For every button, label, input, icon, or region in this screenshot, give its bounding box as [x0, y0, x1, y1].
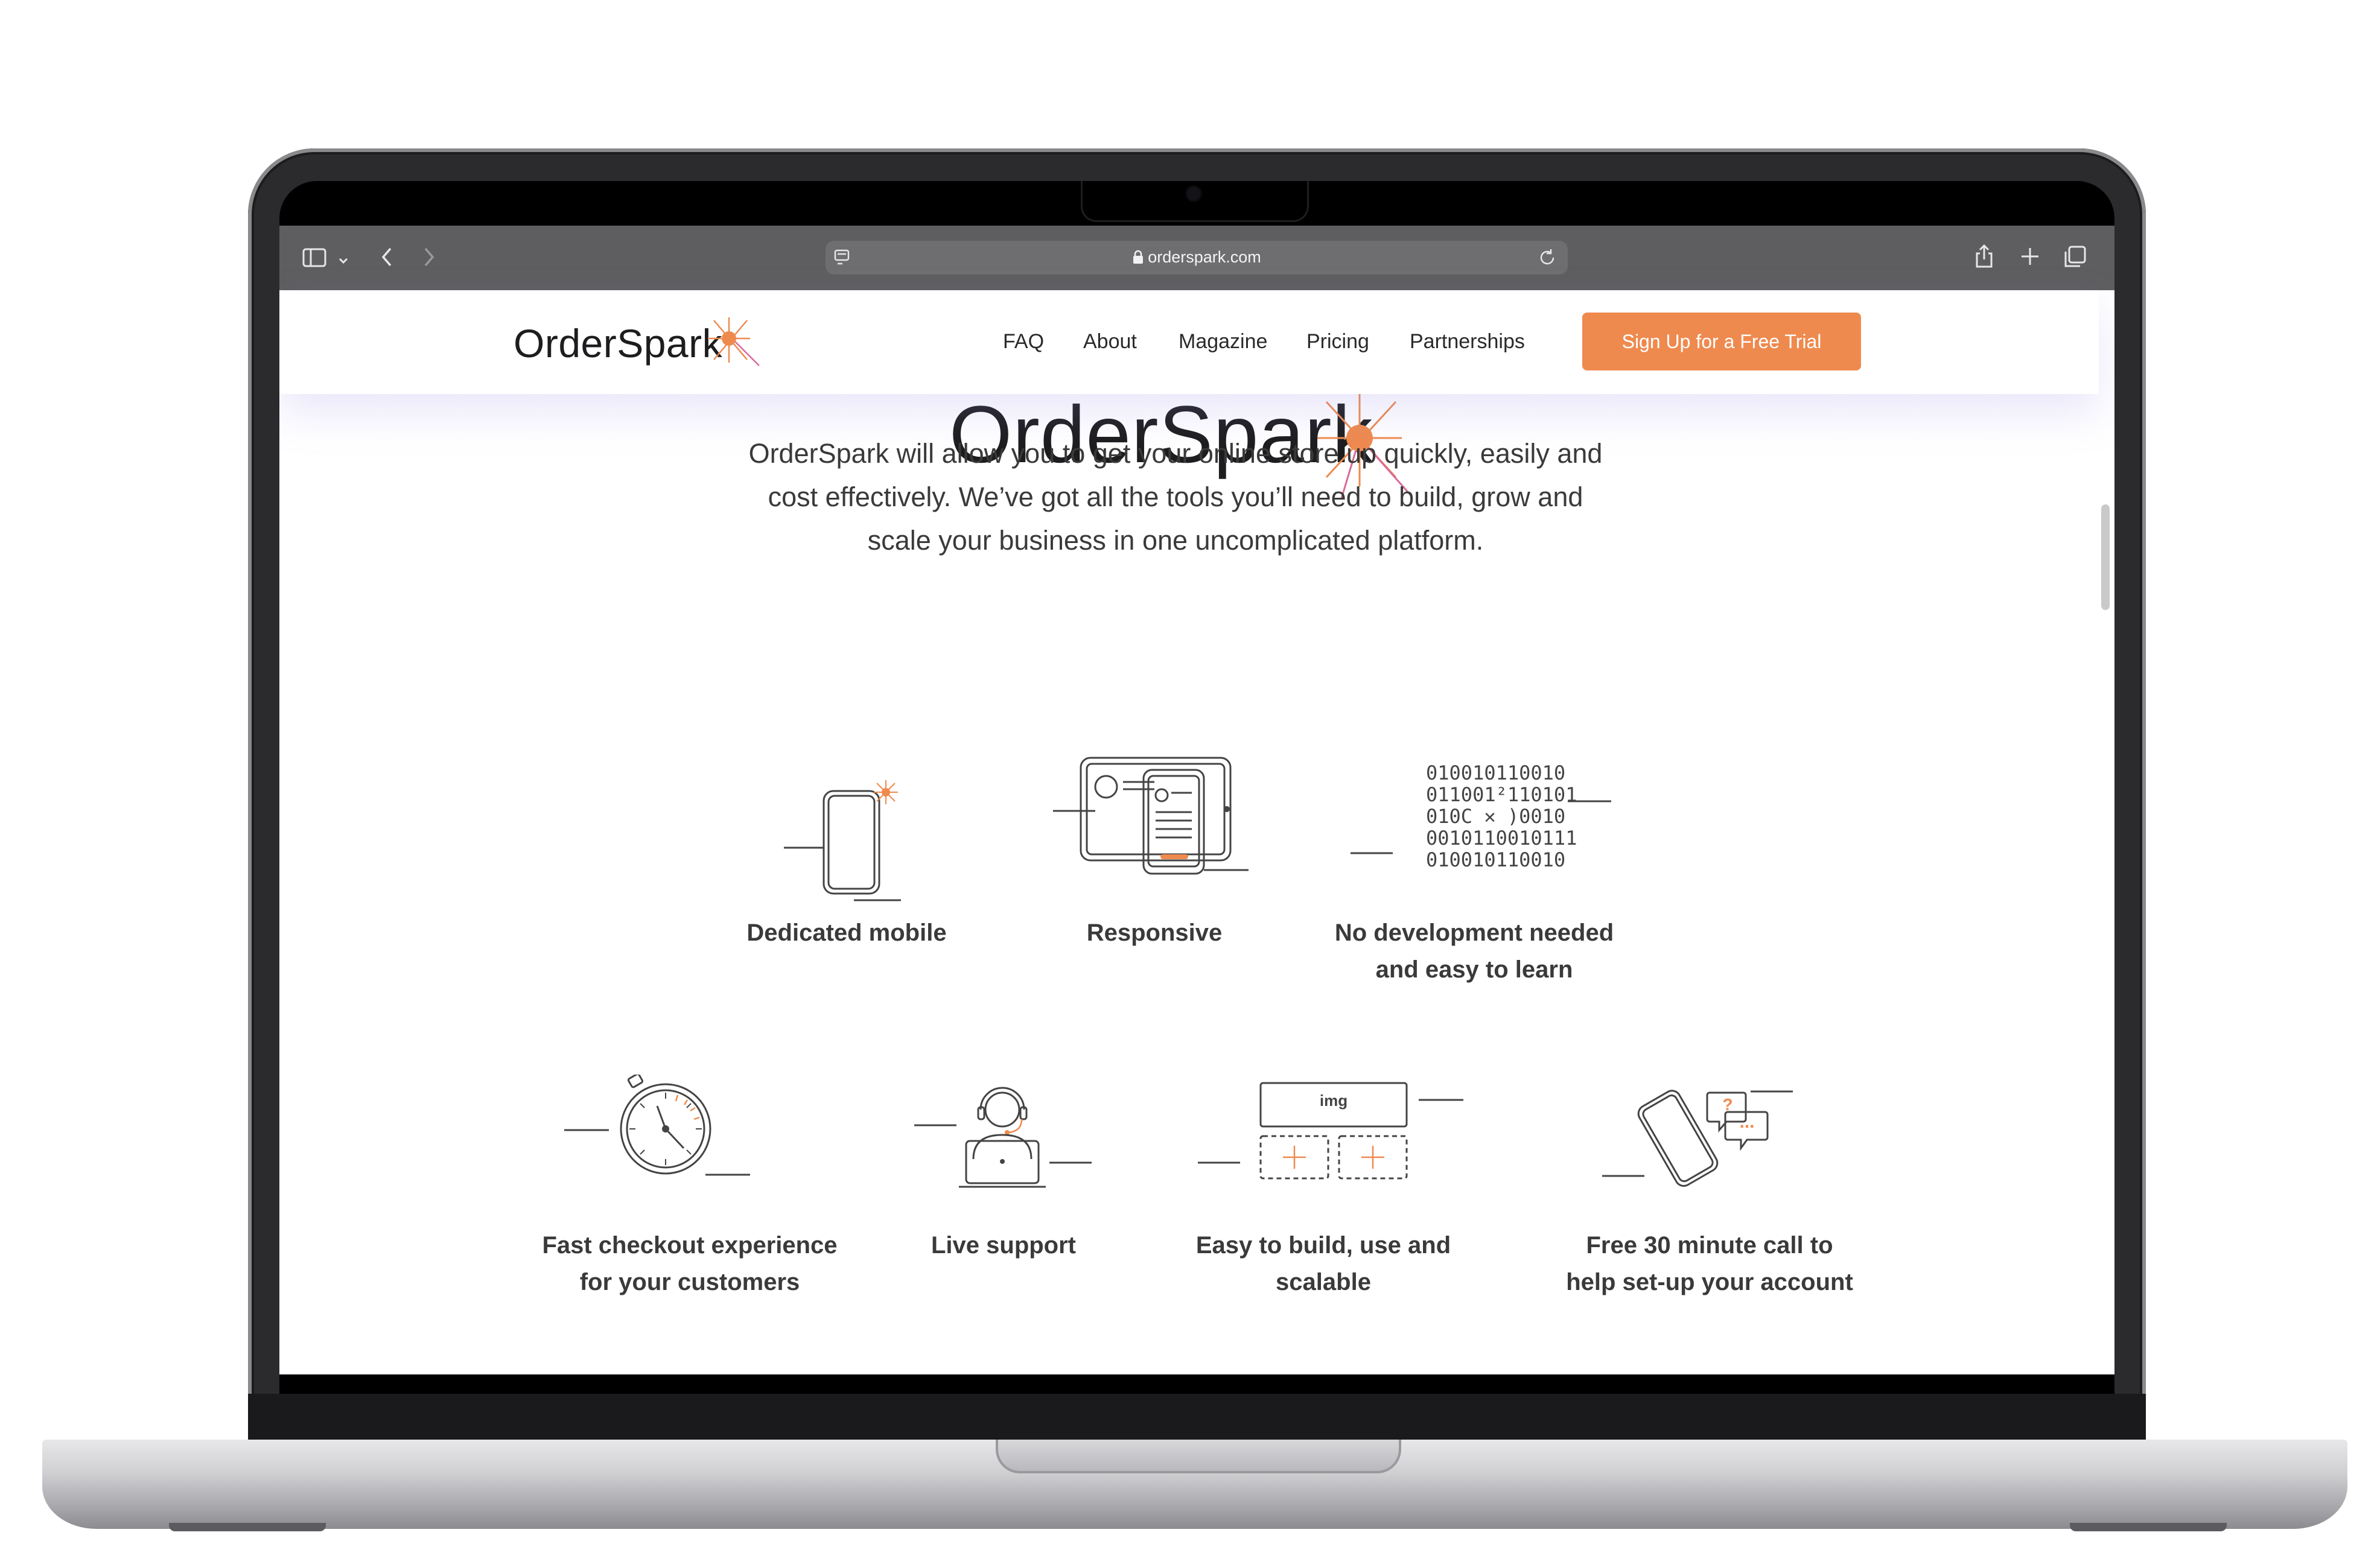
reload-icon[interactable] — [1538, 248, 1557, 271]
free-trial-button[interactable]: Sign Up for a Free Trial — [1582, 313, 1861, 370]
url-value: orderspark.com — [1148, 248, 1261, 266]
phone-chat-icon: ? ... — [1601, 1075, 1794, 1195]
feature-label-line: Free 30 minute call to — [1586, 1232, 1833, 1259]
back-icon[interactable] — [380, 246, 394, 272]
browser-toolbar: orderspark.com — [279, 226, 2114, 290]
url-text: orderspark.com — [826, 248, 1568, 267]
feature-label-line: Fast checkout experience — [542, 1232, 838, 1259]
feature-label-no-development: No development needed and easy to learn — [1311, 915, 1637, 988]
intro-line-2: cost effectively. We’ve got all the tool… — [768, 481, 1583, 512]
stopwatch-icon — [564, 1075, 750, 1176]
laptop-hinge — [248, 1394, 2146, 1443]
feature-label-line: help set-up your account — [1566, 1269, 1853, 1295]
tab-overview-icon[interactable] — [2063, 246, 2087, 272]
intro-line-1: OrderSpark will allow you to get your on… — [748, 438, 1603, 469]
share-icon[interactable] — [1974, 244, 1994, 273]
builder-img-label: img — [1319, 1091, 1348, 1110]
feature-label-live-support: Live support — [883, 1227, 1124, 1264]
nav-about[interactable]: About — [1083, 330, 1137, 354]
feature-label-line: scalable — [1276, 1269, 1371, 1295]
address-bar[interactable]: orderspark.com — [826, 241, 1568, 275]
binary-text: 010010110010 011001²110101 010C ✕ )0010 … — [1426, 762, 1577, 871]
feature-label-fast-checkout: Fast checkout experience for your custom… — [533, 1227, 847, 1301]
responsive-icon — [1053, 757, 1249, 875]
laptop-foot-left — [169, 1523, 326, 1531]
page-scrollbar[interactable] — [2101, 504, 2110, 610]
web-page: OrderSpark FAQ About Magazine Pricing Pa… — [279, 290, 2114, 1374]
laptop-screen: orderspark.com OrderSpark FAQ About Maga… — [279, 226, 2114, 1374]
feature-label-line: Dedicated mobile — [746, 920, 947, 946]
nav-partnerships[interactable]: Partnerships — [1410, 330, 1525, 354]
feature-label-easy-build: Easy to build, use and scalable — [1179, 1227, 1468, 1301]
chat-dots: ... — [1739, 1112, 1755, 1132]
feature-label-line: No development needed — [1334, 920, 1614, 946]
sidebar-toggle-icon[interactable] — [302, 247, 326, 272]
nav-faq[interactable]: FAQ — [1003, 330, 1044, 354]
feature-label-line: Easy to build, use and — [1195, 1232, 1451, 1259]
phone-chat-drawing — [1602, 1090, 1793, 1187]
feature-label-line: Live support — [931, 1232, 1077, 1259]
feature-label-dedicated-mobile: Dedicated mobile — [738, 915, 955, 951]
feature-label-line: for your customers — [579, 1269, 800, 1295]
new-tab-icon[interactable] — [2020, 246, 2040, 270]
site-logo[interactable]: OrderSpark — [514, 320, 722, 366]
feature-label-responsive: Responsive — [1040, 915, 1269, 951]
lock-icon — [1133, 250, 1144, 264]
mobile-icon — [784, 780, 901, 901]
forward-icon[interactable] — [422, 246, 436, 272]
feature-label-line: Responsive — [1086, 920, 1223, 946]
builder-blocks-icon: img — [1197, 1081, 1480, 1195]
spark-icon — [708, 317, 760, 366]
chevron-down-icon[interactable] — [337, 250, 349, 270]
support-agent-icon — [914, 1087, 1092, 1188]
camera-icon — [1187, 187, 1200, 200]
nav-magazine[interactable]: Magazine — [1179, 330, 1267, 354]
binary-line-3: 010C ✕ )0010 — [1426, 805, 1566, 828]
binary-line-5: 010010110010 — [1426, 848, 1566, 871]
laptop-foot-right — [2070, 1523, 2227, 1531]
site-logo-text: OrderSpark — [514, 321, 723, 366]
binary-line-4: 0010110010111 — [1426, 827, 1577, 850]
intro-text: OrderSpark will allow you to get your on… — [738, 432, 1613, 562]
laptop-trackpad-notch — [996, 1440, 1401, 1473]
feature-label-free-call: Free 30 minute call to help set-up your … — [1553, 1227, 1866, 1301]
feature-label-line: and easy to learn — [1375, 956, 1573, 983]
nav-pricing[interactable]: Pricing — [1306, 330, 1369, 354]
binary-line-2: 011001²110101 — [1426, 783, 1577, 806]
binary-line-1: 010010110010 — [1426, 761, 1566, 784]
intro-line-3: scale your business in one uncomplicated… — [867, 525, 1484, 556]
binary-code-icon: 010010110010 011001²110101 010C ✕ )0010 … — [1349, 761, 1621, 888]
site-header: OrderSpark FAQ About Magazine Pricing Pa… — [279, 290, 2099, 394]
